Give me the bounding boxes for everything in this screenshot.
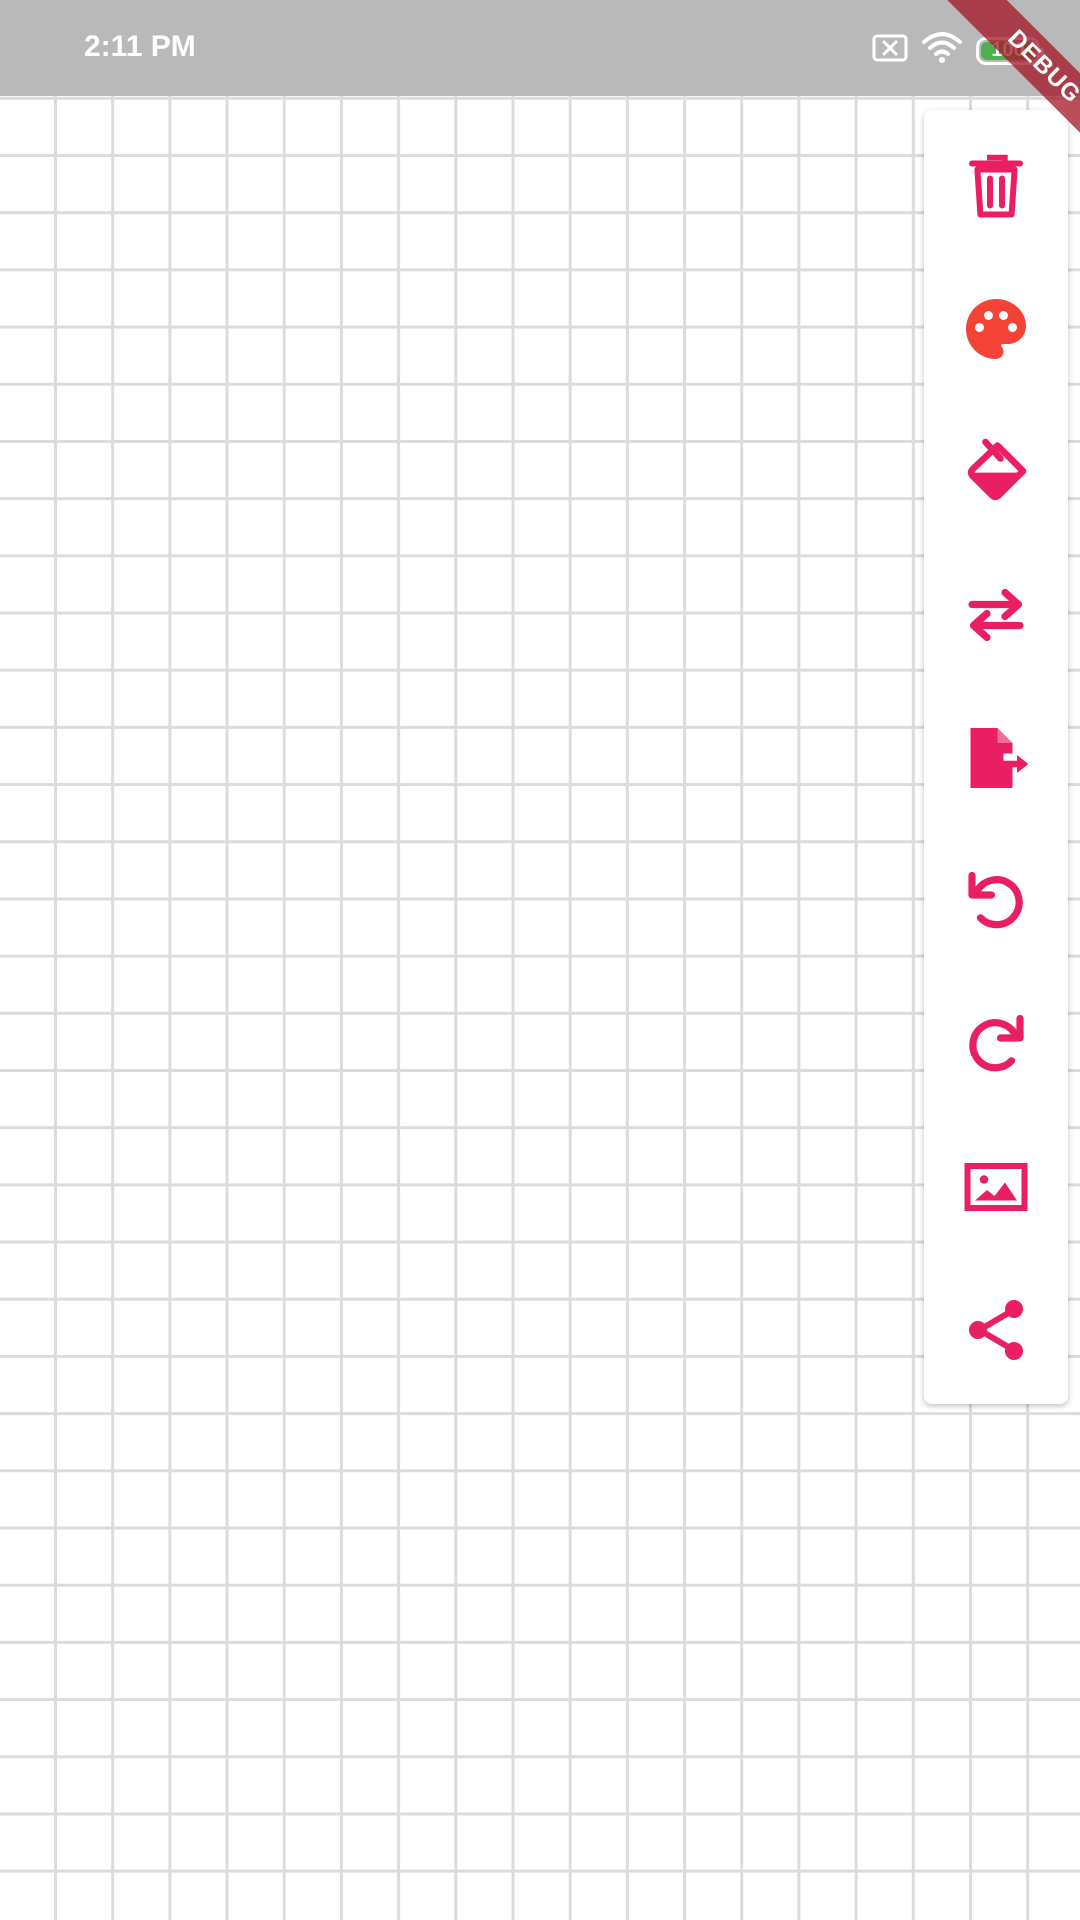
toolbar	[924, 110, 1068, 1404]
trash-icon	[969, 154, 1023, 218]
export-icon	[970, 728, 1029, 788]
swap-button[interactable]	[960, 579, 1032, 651]
sim-off-icon	[872, 34, 908, 67]
redo-icon	[969, 1014, 1024, 1072]
share-icon	[969, 1300, 1023, 1360]
status-bar: 2:11 PM 100	[0, 0, 1080, 96]
wifi-icon	[922, 32, 962, 69]
color-palette-button[interactable]	[960, 293, 1032, 365]
swap-icon	[968, 588, 1024, 642]
battery-cap	[1040, 47, 1044, 58]
status-time: 2:11 PM	[84, 30, 196, 63]
fill-icon	[967, 438, 1027, 501]
app-screen: 2:11 PM 100 DEBUG	[0, 0, 1080, 1920]
fill-button[interactable]	[960, 436, 1032, 508]
undo-button[interactable]	[960, 865, 1032, 937]
redo-button[interactable]	[960, 1008, 1032, 1080]
delete-button[interactable]	[960, 150, 1032, 222]
image-icon	[964, 1163, 1028, 1211]
export-button[interactable]	[960, 722, 1032, 794]
palette-icon	[966, 299, 1026, 359]
battery-icon: 100	[976, 36, 1044, 65]
battery-level: 100	[991, 39, 1025, 61]
share-button[interactable]	[960, 1294, 1032, 1366]
status-icons: 100	[872, 32, 1044, 69]
undo-icon	[968, 871, 1023, 929]
image-button[interactable]	[960, 1151, 1032, 1223]
drawing-canvas[interactable]	[0, 96, 1080, 1920]
